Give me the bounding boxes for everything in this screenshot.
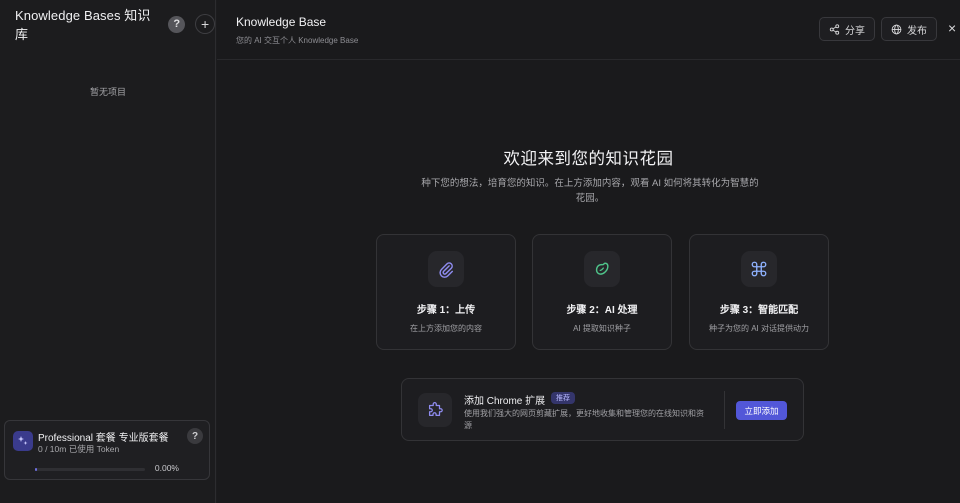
step-title: 步骤 3：智能匹配: [719, 305, 799, 316]
usage-percent: 0.00%: [154, 463, 179, 473]
empty-state-text: 暂无项目: [89, 87, 126, 97]
seed-icon: [584, 251, 620, 287]
step-card-smart-match: 步骤 3：智能匹配 种子为您的 AI 对话提供动力: [689, 234, 829, 350]
puzzle-icon: [418, 393, 452, 427]
share-button[interactable]: 分享: [819, 17, 875, 41]
extension-title: 添加 Chrome 扩展: [464, 396, 546, 407]
main-content: Knowledge Base 您的 AI 交互个人 Knowledge Base…: [217, 0, 960, 503]
step-description: 种子为您的 AI 对话提供动力: [708, 324, 809, 333]
chrome-extension-card: 添加 Chrome 扩展 推荐 使用我们强大的网页剪藏扩展，更好地收集和管理您的…: [401, 378, 804, 441]
share-icon: [829, 23, 840, 35]
page-title: Knowledge Base: [236, 15, 327, 29]
welcome-title: 欢迎来到您的知识花园: [503, 150, 674, 168]
page-subtitle: 您的 AI 交互个人 Knowledge Base: [236, 36, 359, 45]
step-description: 在上方添加您的内容: [410, 324, 482, 333]
command-icon: [741, 251, 777, 287]
globe-icon: [891, 24, 902, 34]
plan-card[interactable]: Professional 套餐 专业版套餐 0 / 10m 已使用 Token …: [4, 420, 210, 480]
step-title: 步骤 2：AI 处理: [566, 305, 638, 316]
step-card-upload: 步骤 1：上传 在上方添加您的内容: [376, 234, 516, 350]
help-icon[interactable]: ?: [168, 15, 186, 33]
step-title: 步骤 1：上传: [416, 305, 476, 316]
token-usage: 0 / 10m 已使用 Token: [38, 444, 120, 454]
plan-name: Professional 套餐 专业版套餐: [38, 433, 169, 444]
plan-help-icon[interactable]: ?: [187, 428, 203, 444]
step-card-ai-process: 步骤 2：AI 处理 AI 提取知识种子: [532, 234, 672, 350]
paperclip-icon: [428, 251, 464, 287]
publish-label: 发布: [907, 25, 927, 37]
extension-description: 使用我们强大的网页剪藏扩展，更好地收集和管理您的在线知识和资源: [464, 409, 704, 430]
sparkle-icon: [13, 431, 33, 451]
top-bar: Knowledge Base 您的 AI 交互个人 Knowledge Base…: [217, 0, 960, 60]
share-label: 分享: [845, 25, 865, 37]
step-description: AI 提取知识种子: [573, 324, 631, 333]
divider: [724, 391, 725, 429]
sidebar: Knowledge Bases 知识库 ? + 暂无项目 Professiona…: [0, 0, 216, 503]
usage-progress-bar: [35, 468, 145, 471]
publish-button[interactable]: 发布: [881, 17, 937, 41]
add-extension-button[interactable]: 立即添加: [736, 401, 787, 420]
sidebar-title: Knowledge Bases 知识库: [15, 8, 151, 42]
welcome-description: 种下您的想法，培育您的知识。在上方添加内容，观看 AI 如何将其转化为智慧的花园…: [421, 178, 759, 204]
close-icon[interactable]: ×: [948, 20, 960, 38]
sidebar-header: Knowledge Bases 知识库 ? +: [0, 0, 215, 48]
recommended-badge: 推荐: [551, 392, 575, 404]
usage-progress-fill: [35, 468, 37, 471]
add-knowledge-base-button[interactable]: +: [195, 14, 215, 34]
